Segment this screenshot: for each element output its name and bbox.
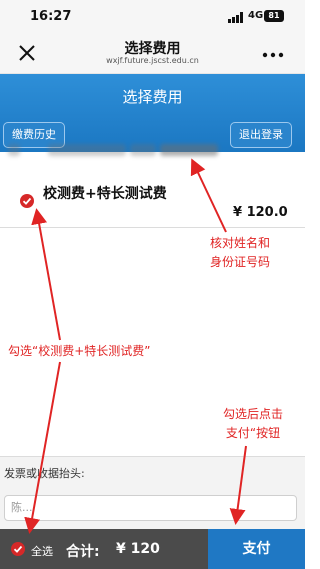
fee-item-price: ¥ 120.0 [233,205,288,220]
invoice-title-input[interactable]: 陈... [4,495,297,521]
annotation-verify-line1: 核对姓名和 [209,236,270,250]
status-bar: 16:27 4G 81 [0,0,305,34]
annotation-pay-line2: 支付“按钮 [225,426,281,440]
signal-icon [228,12,243,23]
battery-icon: 81 [264,10,284,22]
redacted-identity-line [8,140,218,160]
annotation-pay-line1: 勾选后点击 [222,407,283,421]
invoice-label: 发票或收据抬头: [4,467,85,480]
network-label: 4G [248,10,264,21]
annotation-verify-line2: 身份证号码 [209,255,270,269]
annotation-select-item: 勾选“校测费+特长测试费” [8,344,151,358]
header-title: 选择费用 [122,88,183,106]
more-icon[interactable] [262,52,284,58]
total-label: 合计: [66,544,100,560]
title-bar: 选择费用 wxjf.future.jscst.edu.cn [0,34,305,74]
page-url: wxjf.future.jscst.edu.cn [106,56,199,65]
invoice-section: 发票或收据抬头: 陈... [0,456,305,529]
page-title: 选择费用 [124,41,181,57]
select-all-label[interactable]: 全选 [31,543,53,559]
logout-button[interactable]: 退出登录 [230,122,292,148]
pay-button[interactable]: 支付 [208,529,305,569]
annotation-tap-pay: 勾选后点击 支付“按钮 [204,405,302,443]
fee-item[interactable]: 校测费+特长测试费 ¥ 120.0 [0,166,305,228]
annotation-verify-identity: 核对姓名和 身份证号码 [187,234,293,272]
check-icon[interactable] [20,194,34,208]
select-all-check-icon[interactable] [11,542,25,556]
fee-item-name: 校测费+特长测试费 [43,186,167,202]
status-time: 16:27 [30,9,72,24]
total-value: ¥ 120 [116,541,160,557]
